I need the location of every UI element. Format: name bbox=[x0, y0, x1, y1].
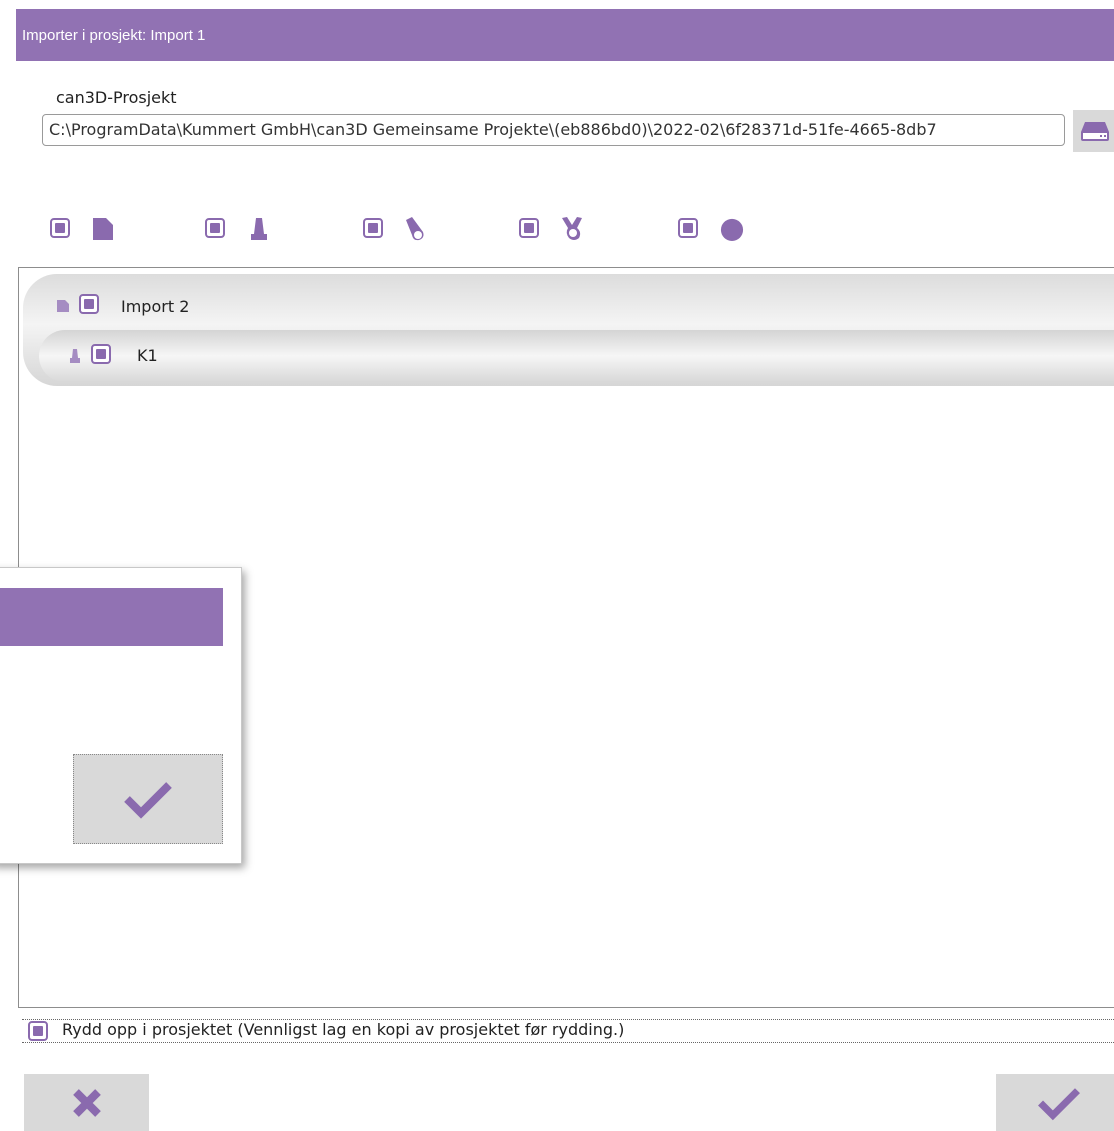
tree-label-import: Import 2 bbox=[121, 297, 190, 316]
circle-icon bbox=[720, 218, 744, 241]
pipe-icon bbox=[406, 217, 424, 241]
tree-row-k1[interactable]: K1 bbox=[39, 330, 1114, 382]
cancel-icon bbox=[72, 1088, 101, 1117]
check-icon bbox=[124, 782, 172, 819]
drive-icon bbox=[1081, 122, 1109, 141]
project-path-field[interactable]: C:\ProgramData\Kummert GmbH\can3D Gemein… bbox=[42, 114, 1065, 146]
dialog-title-bar: Importer i prosjekt: Import 1 bbox=[16, 9, 1114, 61]
ok-button[interactable] bbox=[996, 1074, 1114, 1131]
filter-manhole-checkbox[interactable] bbox=[205, 218, 225, 238]
cleanup-label: Rydd opp i prosjektet (Vennligst lag en … bbox=[62, 1020, 625, 1039]
branch-icon bbox=[562, 217, 582, 240]
tree-checkbox-import[interactable] bbox=[79, 294, 99, 314]
popup-header bbox=[0, 588, 223, 646]
cleanup-checkbox[interactable] bbox=[28, 1021, 48, 1041]
filter-document-checkbox[interactable] bbox=[50, 218, 70, 238]
document-icon bbox=[57, 300, 69, 312]
manhole-icon bbox=[70, 349, 80, 363]
manhole-icon bbox=[251, 218, 267, 240]
popup-ok-button[interactable] bbox=[73, 754, 223, 844]
popup-dialog bbox=[0, 567, 242, 864]
project-label: can3D-Prosjekt bbox=[56, 88, 177, 107]
filter-branch-checkbox[interactable] bbox=[519, 218, 539, 238]
document-icon bbox=[93, 218, 113, 240]
filter-pipe-checkbox[interactable] bbox=[363, 218, 383, 238]
tree-checkbox-k1[interactable] bbox=[91, 344, 111, 364]
filter-circle-checkbox[interactable] bbox=[678, 218, 698, 238]
check-icon bbox=[1037, 1087, 1080, 1120]
cancel-button[interactable] bbox=[24, 1074, 149, 1131]
browse-button[interactable] bbox=[1073, 110, 1114, 152]
tree-label-k1: K1 bbox=[137, 346, 158, 365]
dialog-title: Importer i prosjekt: Import 1 bbox=[22, 26, 206, 44]
